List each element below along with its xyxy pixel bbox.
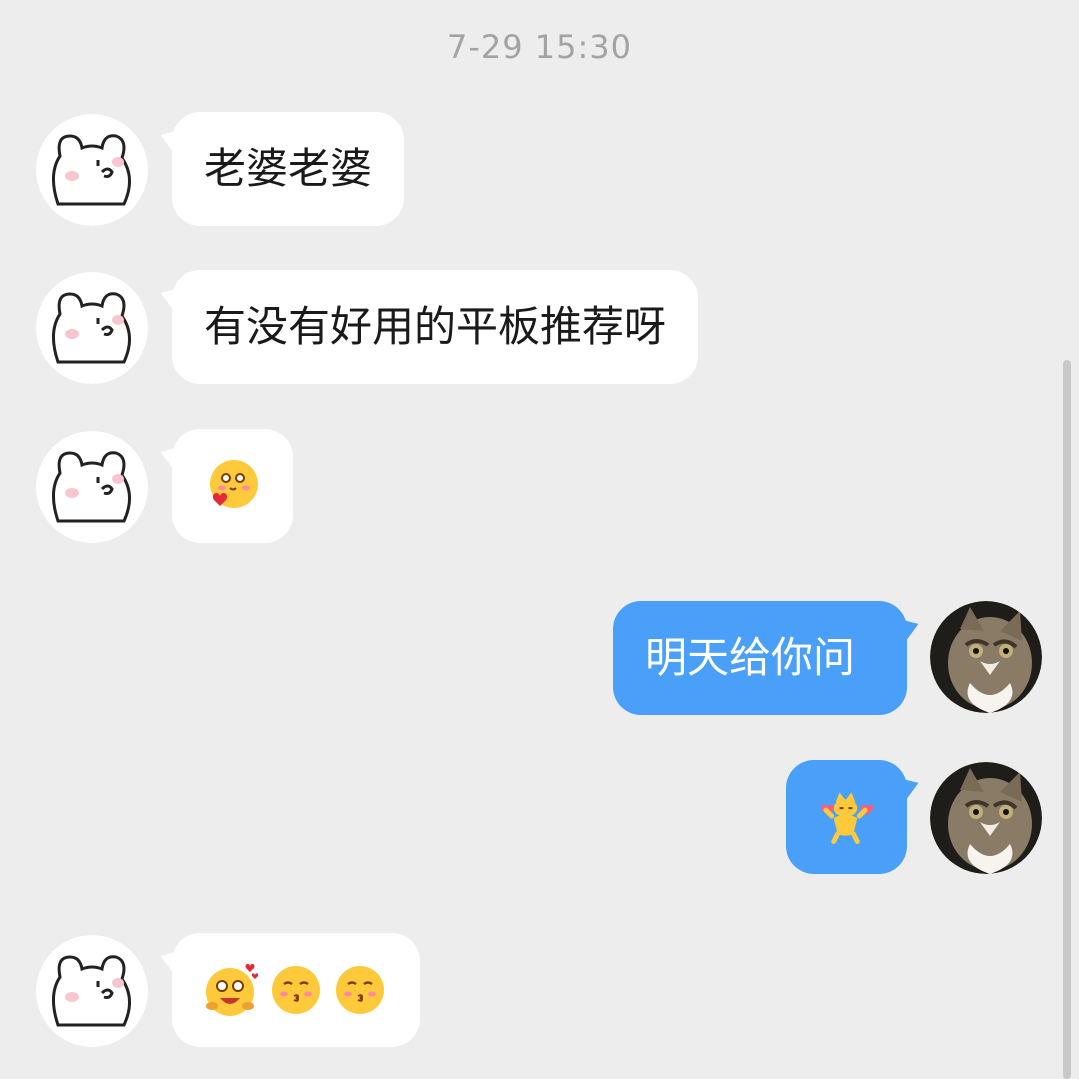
message-text: 明天给你问 (645, 633, 856, 682)
incoming-message-bubble[interactable]: 有没有好用的平板推荐呀 (172, 270, 699, 384)
shy-heart-emoji-icon (210, 460, 258, 508)
bunny-avatar-icon (36, 114, 148, 226)
kiss-emoji-icon (336, 966, 384, 1014)
contact-avatar[interactable] (36, 272, 148, 384)
bunny-avatar-icon (36, 272, 148, 384)
user-avatar[interactable] (930, 601, 1042, 713)
outgoing-message-bubble[interactable] (786, 760, 907, 874)
message-text: 老婆老婆 (204, 144, 373, 193)
message-text: 有没有好用的平板推荐呀 (204, 302, 667, 351)
contact-avatar[interactable] (36, 935, 148, 1047)
contact-avatar[interactable] (36, 431, 148, 543)
scrollbar[interactable] (1063, 360, 1071, 1079)
dancing-cat-hearts-emoji-icon (821, 792, 874, 845)
message-timestamp: 7-29 15:30 (446, 28, 632, 66)
cat-avatar-icon (930, 601, 1042, 713)
contact-avatar[interactable] (36, 114, 148, 226)
user-avatar[interactable] (930, 762, 1042, 874)
bunny-avatar-icon (36, 935, 148, 1047)
incoming-message-bubble[interactable]: 老婆老婆 (172, 112, 405, 226)
cat-avatar-icon (930, 762, 1042, 874)
incoming-message-bubble[interactable] (172, 933, 420, 1047)
excited-hearts-emoji-icon (206, 963, 258, 1016)
bunny-avatar-icon (36, 431, 148, 543)
incoming-message-bubble[interactable] (172, 429, 293, 543)
outgoing-message-bubble[interactable]: 明天给你问 (613, 601, 907, 715)
chat-screen: 7-29 15:30 老婆老婆 有没有好用的平板推荐呀 明天给你问 (0, 0, 1079, 1079)
kiss-emoji-icon (272, 966, 320, 1014)
